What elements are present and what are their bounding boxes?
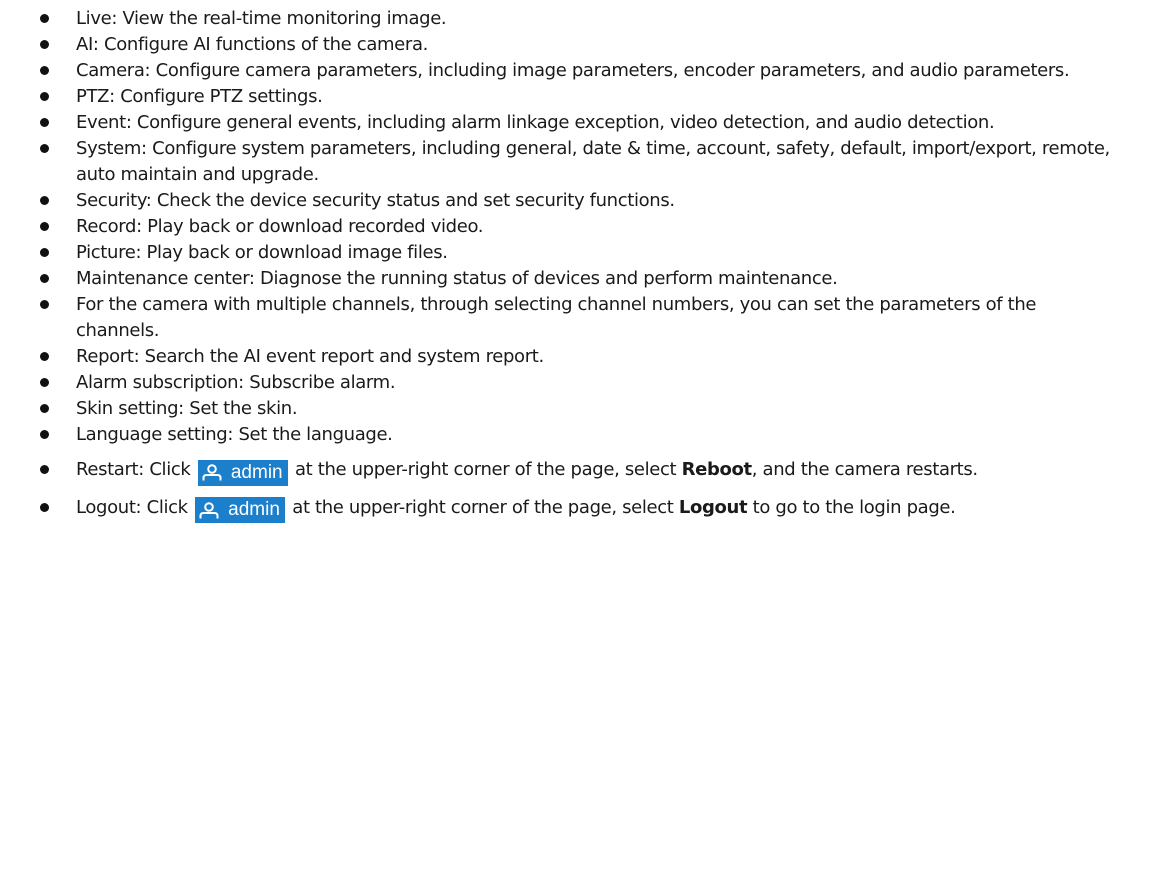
logout-text-after: at the upper-right corner of the page, s… bbox=[286, 496, 679, 518]
item-text: Live: View the real-time monitoring imag… bbox=[76, 8, 447, 29]
list-item-event: Event: Configure general events, includi… bbox=[40, 110, 1120, 136]
bullet bbox=[40, 222, 49, 231]
bullet bbox=[40, 274, 49, 283]
bullet bbox=[40, 40, 49, 49]
list-item-report: Report: Search the AI event report and s… bbox=[40, 344, 1120, 370]
bullet bbox=[40, 300, 49, 309]
item-text: Report: Search the AI event report and s… bbox=[76, 346, 544, 367]
bullet bbox=[40, 502, 49, 512]
item-text: AI: Configure AI functions of the camera… bbox=[76, 34, 429, 55]
list-item-language-setting: Language setting: Set the language. bbox=[40, 422, 1120, 448]
bullet bbox=[40, 378, 49, 387]
logout-text-before: Logout: Click bbox=[76, 496, 194, 518]
list-item-ptz: PTZ: Configure PTZ settings. bbox=[40, 84, 1120, 110]
item-text: Skin setting: Set the skin. bbox=[76, 398, 298, 419]
admin-label: admin bbox=[228, 499, 280, 520]
restart-text-after: at the upper-right corner of the page, s… bbox=[289, 459, 682, 480]
admin-account-button[interactable]: admin bbox=[197, 459, 288, 486]
bullet bbox=[40, 144, 49, 153]
list-item-skin-setting: Skin setting: Set the skin. bbox=[40, 396, 1120, 422]
item-text: Maintenance center: Diagnose the running… bbox=[76, 268, 838, 289]
list-item-logout: Logout: Click admin at the upper-right c… bbox=[40, 495, 1120, 523]
list-item-ai: AI: Configure AI functions of the camera… bbox=[40, 32, 1120, 58]
reboot-term: Reboot bbox=[681, 459, 753, 480]
list-item-multiple-channels: For the camera with multiple channels, t… bbox=[40, 292, 1120, 344]
item-text: Security: Check the device security stat… bbox=[76, 190, 675, 211]
admin-label: admin bbox=[230, 461, 283, 483]
bullet bbox=[40, 352, 49, 361]
list-item-system: System: Configure system parameters, inc… bbox=[40, 136, 1120, 188]
bullet bbox=[40, 248, 49, 257]
list-item-record: Record: Play back or download recorded v… bbox=[40, 214, 1120, 240]
list-item-camera: Camera: Configure camera parameters, inc… bbox=[40, 58, 1120, 84]
bullet bbox=[40, 14, 49, 23]
item-text: Language setting: Set the language. bbox=[76, 424, 393, 445]
item-text: Event: Configure general events, includi… bbox=[76, 112, 995, 133]
restart-text-end: , and the camera restarts. bbox=[751, 459, 978, 480]
item-text: Camera: Configure camera parameters, inc… bbox=[76, 60, 1070, 81]
item-text: PTZ: Configure PTZ settings. bbox=[76, 86, 323, 107]
list-item-live: Live: View the real-time monitoring imag… bbox=[40, 6, 1120, 32]
list-item-security: Security: Check the device security stat… bbox=[40, 188, 1120, 214]
feature-list: Live: View the real-time monitoring imag… bbox=[40, 6, 1120, 523]
item-text: System: Configure system parameters, inc… bbox=[76, 138, 1110, 185]
bullet bbox=[40, 118, 49, 127]
bullet bbox=[40, 66, 49, 75]
logout-term: Logout bbox=[678, 496, 748, 518]
bullet bbox=[40, 404, 49, 413]
list-item-picture: Picture: Play back or download image fil… bbox=[40, 240, 1120, 266]
bullet bbox=[40, 465, 49, 474]
item-text: Alarm subscription: Subscribe alarm. bbox=[76, 372, 396, 393]
list-item-maintenance-center: Maintenance center: Diagnose the running… bbox=[40, 266, 1120, 292]
item-text: Record: Play back or download recorded v… bbox=[76, 216, 484, 237]
bullet bbox=[40, 92, 49, 101]
list-item-alarm-subscription: Alarm subscription: Subscribe alarm. bbox=[40, 370, 1120, 396]
user-icon bbox=[199, 501, 219, 518]
user-icon bbox=[202, 464, 222, 481]
restart-text-before: Restart: Click bbox=[76, 459, 196, 480]
item-text: For the camera with multiple channels, t… bbox=[76, 294, 1037, 341]
admin-account-button[interactable]: admin bbox=[195, 497, 285, 523]
item-text: Picture: Play back or download image fil… bbox=[76, 242, 448, 263]
bullet bbox=[40, 430, 49, 439]
list-item-restart: Restart: Click admin at the upper-right … bbox=[40, 457, 1120, 486]
logout-text-end: to go to the login page. bbox=[747, 496, 956, 518]
bullet bbox=[40, 196, 49, 205]
